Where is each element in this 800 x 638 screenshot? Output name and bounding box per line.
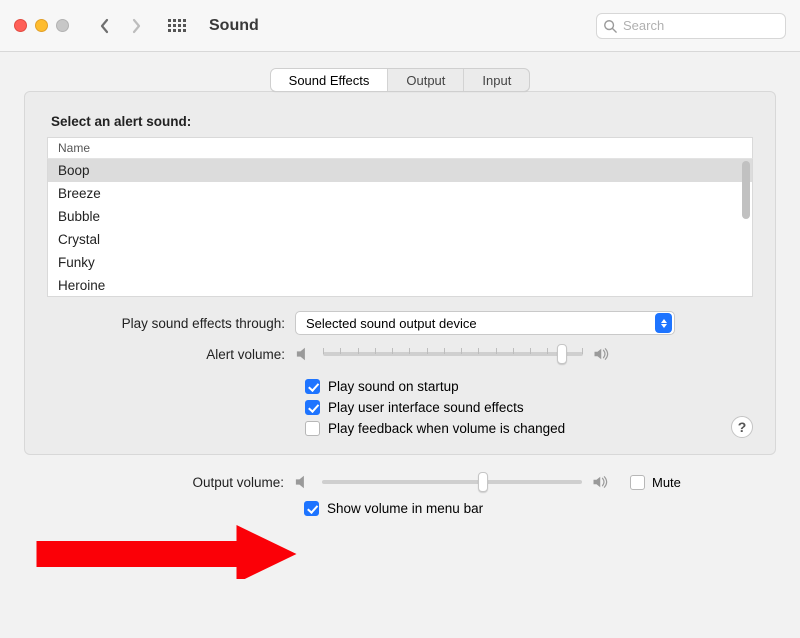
sound-name: Heroine [58,278,105,293]
play-through-select[interactable]: Selected sound output device [295,311,675,335]
speaker-low-icon [294,474,312,490]
search-input[interactable] [623,18,779,33]
tab-label: Input [482,73,511,88]
output-volume-label: Output volume: [46,475,294,490]
list-item[interactable]: Crystal [48,228,752,251]
sound-name: Breeze [58,186,101,201]
help-label: ? [738,419,747,435]
search-field[interactable] [596,13,786,39]
checkbox-icon [305,421,320,436]
list-item[interactable]: Bubble [48,205,752,228]
column-name: Name [58,141,90,155]
list-item[interactable]: Funky [48,251,752,274]
window-toolbar: Sound [0,0,800,52]
mute-checkbox-row[interactable]: Mute [630,475,681,490]
sound-name: Bubble [58,209,100,224]
chevron-left-icon [99,18,110,34]
checkbox-label: Play sound on startup [328,379,459,394]
sounds-list-header: Name [47,137,753,159]
annotation-arrow-icon [29,525,304,579]
output-volume-group: Output volume: Mute S [24,473,776,516]
search-icon [603,19,617,33]
tabs-group: Sound Effects Output Input [270,68,531,92]
checkbox-icon [630,475,645,490]
play-feedback-checkbox-row[interactable]: Play feedback when volume is changed [305,421,753,436]
sound-name: Boop [58,163,90,178]
zoom-button[interactable] [56,19,69,32]
tab-label: Sound Effects [289,73,370,88]
select-value: Selected sound output device [306,316,477,331]
sound-effects-panel: Select an alert sound: Name Boop Breeze … [24,91,776,455]
sounds-list[interactable]: Boop Breeze Bubble Crystal Funky Heroine [47,159,753,297]
play-startup-checkbox-row[interactable]: Play sound on startup [305,379,753,394]
tab-sound-effects[interactable]: Sound Effects [271,69,389,91]
alert-volume-label: Alert volume: [47,347,295,362]
checkbox-label: Play feedback when volume is changed [328,421,565,436]
list-item[interactable]: Boop [48,159,752,182]
updown-arrows-icon [655,313,672,333]
tab-input[interactable]: Input [464,69,529,91]
sound-prefs-window: Sound Sound Effects Output Input Select … [0,0,800,638]
alert-sound-heading: Select an alert sound: [51,114,753,129]
sound-name: Funky [58,255,95,270]
tab-label: Output [406,73,445,88]
slider-thumb[interactable] [557,344,567,364]
checkbox-icon [305,400,320,415]
checkbox-label: Show volume in menu bar [327,501,483,516]
list-item[interactable]: Breeze [48,182,752,205]
panel-controls: Play sound effects through: Selected sou… [47,311,753,436]
speaker-high-icon [593,346,611,362]
checkbox-icon [304,501,319,516]
list-item[interactable]: Heroine [48,274,752,297]
window-title: Sound [209,17,259,35]
slider-thumb[interactable] [478,472,488,492]
show-all-button[interactable] [167,16,187,36]
sound-name: Crystal [58,232,100,247]
play-through-label: Play sound effects through: [47,316,295,331]
preferences-body: Sound Effects Output Input Select an ale… [0,52,800,638]
minimize-button[interactable] [35,19,48,32]
back-button[interactable] [93,15,115,37]
help-button[interactable]: ? [731,416,753,438]
checkbox-icon [305,379,320,394]
forward-button[interactable] [125,15,147,37]
checkbox-label: Play user interface sound effects [328,400,524,415]
checkbox-label: Mute [652,475,681,490]
show-menubar-checkbox-row[interactable]: Show volume in menu bar [304,501,483,516]
close-button[interactable] [14,19,27,32]
speaker-high-icon [592,474,610,490]
traffic-lights [14,19,69,32]
alert-volume-slider[interactable] [323,345,583,363]
tab-output[interactable]: Output [388,69,464,91]
scrollbar-thumb[interactable] [742,161,750,219]
chevron-right-icon [131,18,142,34]
speaker-low-icon [295,346,313,362]
play-ui-checkbox-row[interactable]: Play user interface sound effects [305,400,753,415]
output-volume-slider[interactable] [322,473,582,491]
